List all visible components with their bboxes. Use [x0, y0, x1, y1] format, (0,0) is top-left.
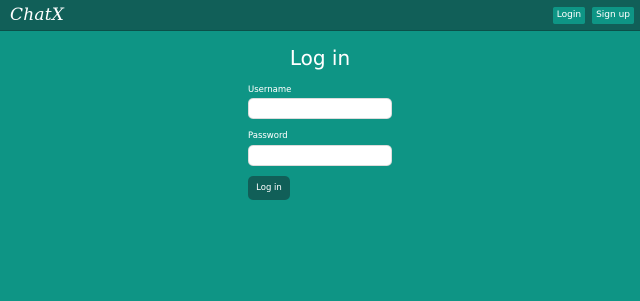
password-input[interactable]	[248, 145, 392, 166]
login-nav-button[interactable]: Login	[552, 7, 586, 24]
page-title: Log in	[289, 46, 351, 70]
brand-logo[interactable]: ChatX	[10, 4, 64, 26]
login-submit-button[interactable]: Log in	[248, 176, 290, 200]
username-label: Username	[248, 85, 292, 95]
username-input[interactable]	[248, 98, 392, 119]
signup-nav-button[interactable]: Sign up	[592, 7, 634, 24]
password-label: Password	[248, 131, 288, 141]
navbar: ChatX Login Sign up	[0, 0, 640, 31]
nav-actions: Login Sign up	[552, 7, 634, 24]
